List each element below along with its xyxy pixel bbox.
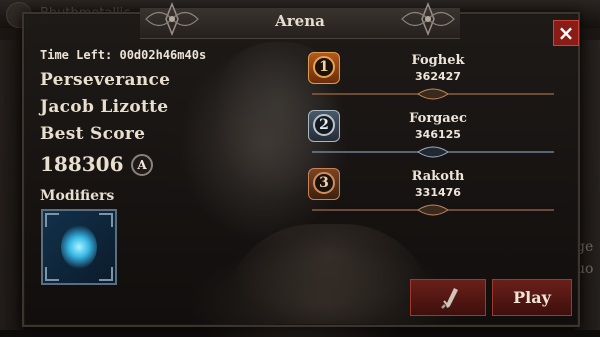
frame-corner [45,213,59,227]
sword-icon [441,288,458,309]
play-button[interactable]: Play [492,279,572,316]
grade-badge: A [131,154,153,176]
best-score-value: 188306 [40,152,124,176]
rank-badge: 3 [308,168,340,200]
arena-mode-name: Perseverance [40,70,171,90]
modifiers-label: Modifiers [40,188,115,204]
loadout-button[interactable] [410,279,486,316]
ornate-divider [312,146,554,158]
arena-author: Jacob Lizotte [40,97,169,117]
rank-number: 3 [313,172,335,194]
rank-badge: 1 [308,52,340,84]
rank-number: 2 [313,114,335,136]
leaderboard-row-1: 1 Foghek 362427 [308,52,558,102]
leaderboard-name: Forgaec [409,111,467,126]
frame-corner [99,213,113,227]
close-icon: × [557,21,575,45]
close-button[interactable]: × [553,20,579,46]
leaderboard-score: 346125 [415,128,461,141]
frame-corner [45,267,59,281]
leaderboard-name: Rakoth [411,169,465,184]
rank-badge: 2 [308,110,340,142]
leaderboard-row-2: 2 Forgaec 346125 [308,110,558,160]
right-ornament-icon [401,2,455,36]
leaderboard-row-3: 3 Rakoth 331476 [308,168,558,218]
best-score-label: Best Score [40,124,146,144]
background-left-panel [0,40,24,330]
leaderboard-name: Foghek [411,53,465,68]
knight-armor-art [224,224,434,329]
rank-number: 1 [313,56,335,78]
time-left: Time Left: 00d02h46m40s [40,48,207,62]
ornate-divider [312,88,554,100]
left-ornament-icon [145,2,199,36]
leaderboard-score: 362427 [415,70,461,83]
leaderboard-score: 331476 [415,186,461,199]
ornate-divider [312,204,554,216]
modifier-crystal-icon [61,225,97,269]
modifier-slot[interactable] [41,209,117,285]
frame-corner [99,267,113,281]
